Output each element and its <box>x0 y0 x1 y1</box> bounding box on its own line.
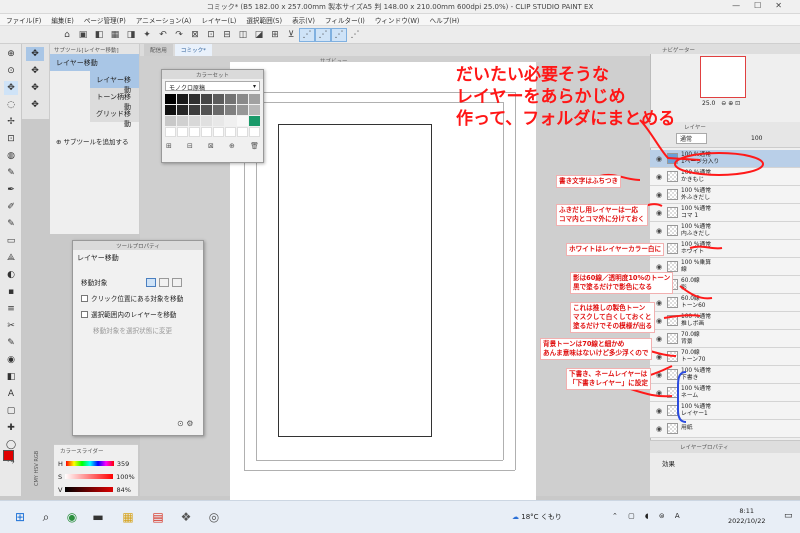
annotation-note: 下書き、ネームレイヤーは 「下書きレイヤー」に設定 <box>566 368 651 390</box>
clock-date: 2022/10/22 <box>728 517 766 525</box>
main-annotation: だいたい必要そうな レイヤーをあらかじめ 作って、フォルダにまとめる <box>456 64 706 130</box>
annotation-note: 書き文字はふちつき <box>556 175 622 188</box>
annotation-note: 背景トーンは70線と細かめ あんま意味はないけど多少浮くので <box>540 338 652 360</box>
annotation-stroke <box>689 245 723 250</box>
clock-time: 8:11 <box>739 507 755 515</box>
search-icon[interactable]: ⌕ <box>38 509 54 525</box>
note-text: ふきだし用レイヤーは一応 <box>559 206 638 214</box>
clock[interactable]: 8:11 2022/10/22 <box>728 506 765 526</box>
note-text: 塗るだけでその模様が出る <box>573 322 653 330</box>
chrome-icon[interactable]: ◉ <box>64 509 80 525</box>
note-text: 背景トーンは70線と細かめ <box>543 340 625 348</box>
explorer-icon[interactable]: ▬ <box>90 509 106 525</box>
annotation-stroke <box>663 314 701 319</box>
office-icon[interactable]: ▤ <box>150 509 166 525</box>
note-text: ホワイトはレイヤーカラー白に <box>569 245 662 253</box>
taskbar: ⊞ ⌕ ◉ ▬ ▦ ▤ ❖ ◎ ☁ 18°C くもり ⌃ ▢ ◖ ⊜ A 8:1… <box>0 500 800 533</box>
annotation-bracket <box>677 371 687 423</box>
annotation-line: だいたい必要そうな <box>456 65 609 85</box>
note-text: 「下書きレイヤー」に設定 <box>569 379 648 387</box>
folder-icon[interactable]: ▦ <box>120 509 136 525</box>
annotation-line: 作って、フォルダにまとめる <box>456 109 676 129</box>
annotation-note: これは推しの製色トーン マスクして白くしておくと 塗るだけでその模様が出る <box>570 302 656 333</box>
note-text: 書き文字はふちつき <box>559 177 619 185</box>
windows-start-icon[interactable]: ⊞ <box>12 509 28 525</box>
note-text: コマ内とコマ外に分けておく <box>559 215 645 223</box>
system-tray[interactable]: ⌃ ▢ ◖ ⊜ A <box>612 512 684 520</box>
annotation-circle <box>674 152 764 176</box>
weather-text: 18°C くもり <box>521 513 562 521</box>
annotation-line: レイヤーをあらかじめ <box>456 87 626 107</box>
note-text: 影は60線／透明度10%のトーン <box>573 274 671 282</box>
note-text: あんま意味はないけど多少浮くので <box>543 349 649 357</box>
annotation-note: ふきだし用レイヤーは一応 コマ内とコマ外に分けておく <box>556 204 648 226</box>
note-text: 黒で塗るだけで影色になる <box>573 283 653 291</box>
note-text: これは推しの製色トーン <box>573 304 646 312</box>
cloud-icon: ☁ <box>512 513 519 521</box>
annotation-note: 影は60線／透明度10%のトーン 黒で塗るだけで影色になる <box>570 272 674 294</box>
annotation-stroke <box>679 285 713 300</box>
clip-studio-paint-icon[interactable]: ◎ <box>206 509 222 525</box>
weather[interactable]: ☁ 18°C くもり <box>512 512 562 522</box>
notification-icon[interactable]: ▭ <box>784 511 793 521</box>
annotation-note: ホワイトはレイヤーカラー白に <box>566 243 665 256</box>
clip-studio-icon[interactable]: ❖ <box>178 509 194 525</box>
note-text: 下書き、ネームレイヤーは <box>569 370 648 378</box>
note-text: マスクして白くしておくと <box>573 313 652 321</box>
